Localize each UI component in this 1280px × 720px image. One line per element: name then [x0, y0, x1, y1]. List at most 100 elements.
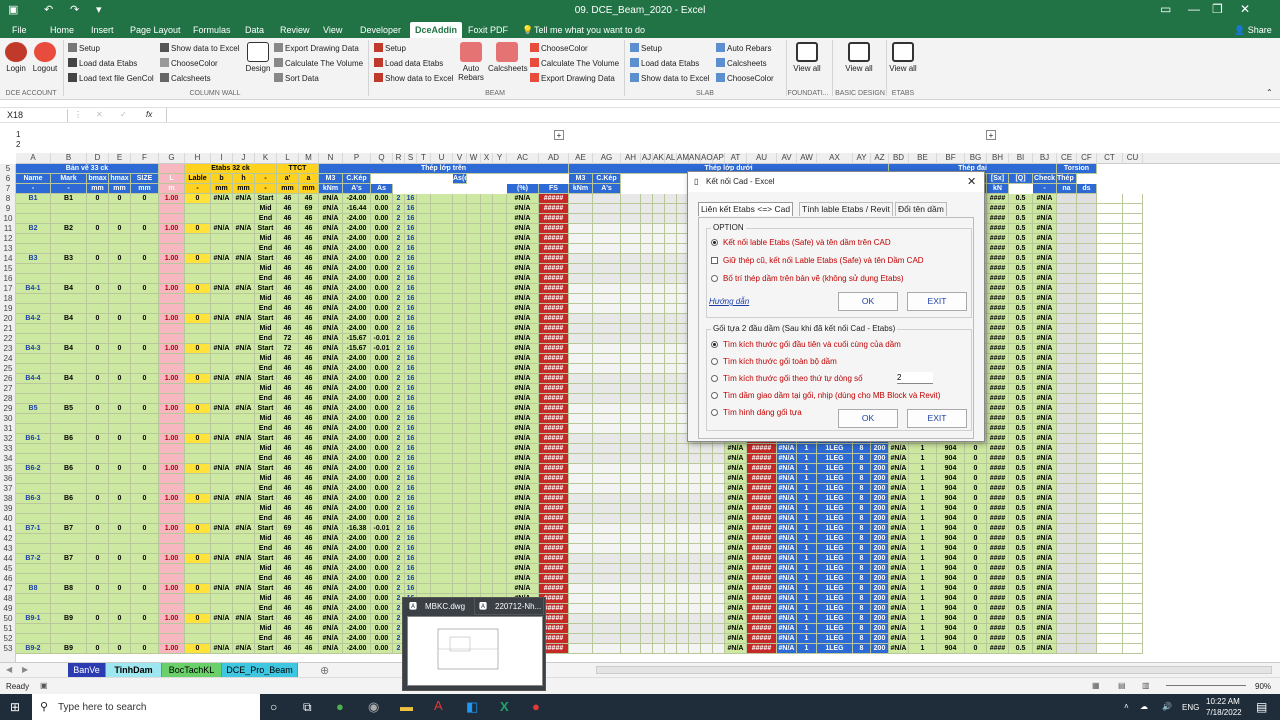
cell[interactable]	[593, 284, 621, 294]
cell[interactable]	[431, 194, 453, 204]
cell[interactable]	[431, 284, 453, 294]
cell[interactable]: -24.00	[343, 224, 371, 234]
cell[interactable]	[51, 294, 87, 304]
table-row[interactable]: End4646#N/A-24.000.00216#N/A######N/A###…	[16, 514, 1280, 524]
cell[interactable]	[569, 444, 593, 454]
cell[interactable]	[621, 504, 641, 514]
cell[interactable]: 46	[299, 264, 319, 274]
cell[interactable]: #N/A	[1033, 474, 1057, 484]
cell[interactable]: Etabs 32 ck	[185, 164, 277, 174]
cell[interactable]: 904	[937, 524, 965, 534]
exit-button[interactable]: EXIT	[907, 409, 967, 428]
cell[interactable]: 2	[393, 234, 405, 244]
cell[interactable]	[653, 514, 665, 524]
cell[interactable]	[493, 454, 507, 464]
cell[interactable]: Start	[255, 524, 277, 534]
cell[interactable]: 0	[131, 404, 159, 414]
cell[interactable]	[689, 634, 701, 644]
cell[interactable]: #N/A	[319, 524, 343, 534]
cell[interactable]: 46	[277, 384, 299, 394]
cell[interactable]: 0.5	[1009, 444, 1033, 454]
cell[interactable]: 0	[131, 614, 159, 624]
cell[interactable]: 1LEG	[817, 474, 853, 484]
cell[interactable]: 200	[871, 454, 889, 464]
cell[interactable]	[701, 624, 713, 634]
cell[interactable]: 1.00	[159, 524, 185, 534]
cell[interactable]	[641, 524, 653, 534]
cell[interactable]	[653, 554, 665, 564]
cell[interactable]	[417, 214, 431, 224]
cell[interactable]	[453, 584, 467, 594]
cell[interactable]	[641, 284, 653, 294]
cell[interactable]	[233, 334, 255, 344]
cell[interactable]	[1077, 234, 1097, 244]
cell[interactable]: FS	[539, 184, 569, 194]
cell[interactable]: 0.5	[1009, 434, 1033, 444]
cell[interactable]: 0.00	[371, 274, 393, 284]
cell[interactable]	[1077, 394, 1097, 404]
row-header[interactable]: 27	[0, 384, 16, 394]
cell[interactable]: 2	[393, 254, 405, 264]
cell[interactable]: mm	[131, 184, 159, 194]
cell[interactable]: 0.5	[1009, 524, 1033, 534]
column-header[interactable]: I	[211, 153, 233, 164]
cell[interactable]	[211, 504, 233, 514]
cell[interactable]	[1057, 524, 1077, 534]
taskbar-search-box[interactable]: ⚲ Type here to search	[32, 694, 260, 720]
cell[interactable]: #N/A	[777, 644, 797, 654]
cell[interactable]: 0.00	[371, 614, 393, 624]
cell[interactable]	[1123, 394, 1143, 404]
cell[interactable]	[621, 384, 641, 394]
cell[interactable]: #N/A	[1033, 214, 1057, 224]
cell[interactable]: Start	[255, 584, 277, 594]
cell[interactable]	[677, 524, 689, 534]
cell[interactable]	[467, 374, 481, 384]
cell[interactable]: 46	[277, 604, 299, 614]
cell[interactable]	[1077, 354, 1097, 364]
cell[interactable]	[593, 204, 621, 214]
cell[interactable]	[185, 304, 211, 314]
cell[interactable]	[131, 304, 159, 314]
cell[interactable]: #N/A	[507, 424, 539, 434]
cell[interactable]	[211, 364, 233, 374]
cell[interactable]	[233, 444, 255, 454]
cell[interactable]: 1	[797, 454, 817, 464]
cell[interactable]: 1	[797, 534, 817, 544]
row-header[interactable]: 14	[0, 254, 16, 264]
cell[interactable]	[593, 404, 621, 414]
cell[interactable]: 0	[109, 584, 131, 594]
cell[interactable]: 2	[393, 564, 405, 574]
cell[interactable]	[1077, 504, 1097, 514]
cell[interactable]	[665, 624, 677, 634]
cell[interactable]	[493, 494, 507, 504]
cell[interactable]	[1057, 334, 1077, 344]
cell[interactable]: kNm	[319, 184, 343, 194]
cell[interactable]: #####	[747, 624, 777, 634]
cell[interactable]: 1	[797, 514, 817, 524]
table-row[interactable]: End4646#N/A-24.000.00216#N/A######N/A###…	[16, 364, 1280, 374]
cell[interactable]	[653, 344, 665, 354]
cell[interactable]	[211, 384, 233, 394]
cell[interactable]: 0	[185, 404, 211, 414]
cell[interactable]	[481, 584, 493, 594]
cell[interactable]: Start	[255, 434, 277, 444]
cell[interactable]	[16, 294, 51, 304]
cell[interactable]	[621, 544, 641, 554]
cell[interactable]	[481, 554, 493, 564]
cell[interactable]: 46	[299, 514, 319, 524]
cell[interactable]	[621, 414, 641, 424]
cell[interactable]	[159, 604, 185, 614]
cell[interactable]	[159, 304, 185, 314]
cell[interactable]	[185, 364, 211, 374]
opt-bo-tri-thep-radio[interactable]: Bố trí thép dầm trên bản vẽ (không sử dụ…	[711, 274, 904, 283]
column-header[interactable]: AJ	[641, 153, 653, 164]
cell[interactable]	[653, 604, 665, 614]
cell[interactable]: 0.00	[371, 544, 393, 554]
cell[interactable]	[653, 634, 665, 644]
horizontal-scrollbar[interactable]	[596, 666, 1272, 674]
cell[interactable]: End	[255, 514, 277, 524]
cell[interactable]: Start	[255, 314, 277, 324]
cell[interactable]: 0.00	[371, 284, 393, 294]
cell[interactable]	[467, 544, 481, 554]
cell[interactable]	[493, 504, 507, 514]
